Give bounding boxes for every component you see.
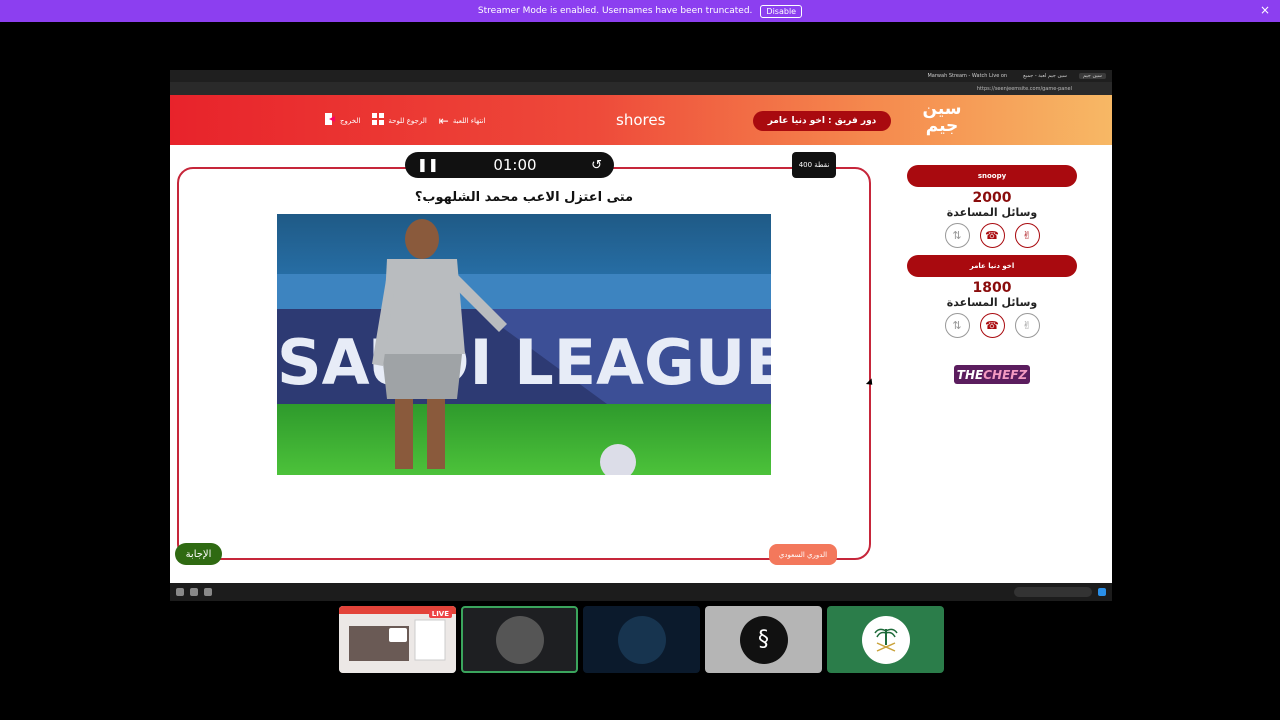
end-game-link[interactable]: انتهاء اللعبة ⇤ (439, 114, 486, 128)
tray-icon[interactable] (190, 588, 198, 596)
team-name: snoopy (907, 165, 1077, 187)
timer-bar: ❚❚ 01:00 ↺ (405, 152, 614, 178)
timer-value: 01:00 (493, 156, 537, 174)
live-badge: LIVE (428, 610, 452, 618)
sponsor-text-2: CHEFZ (983, 367, 1028, 382)
team-panel: اخو دنيا عامر 1800 وسائل المساعدة ⇅ ☎ ✌ (907, 255, 1077, 338)
avatar (617, 615, 666, 664)
avatar (861, 615, 910, 664)
address-url: https://seenjeemsite.com/game-panel (976, 85, 1072, 92)
streamer-mode-message: Streamer Mode is enabled. Usernames have… (477, 6, 753, 16)
avatar: § (739, 615, 788, 664)
header-nav: انتهاء اللعبة ⇤ الرجوع للوحة الخروج (325, 113, 485, 128)
swap-question-icon[interactable]: ⇅ (944, 223, 970, 248)
tray-icon[interactable] (176, 588, 184, 596)
phone-call-icon[interactable]: ☎ (979, 313, 1005, 338)
team-panel: snoopy 2000 وسائل المساعدة ⇅ ☎ ✌ (907, 165, 1077, 248)
disable-streamer-mode-button[interactable]: Disable (760, 4, 803, 18)
close-icon[interactable]: × (1260, 3, 1270, 17)
grid-icon (372, 113, 385, 128)
lifelines: ⇅ ☎ ✌ (907, 223, 1077, 248)
sponsor-logo: THE CHEFZ (954, 365, 1030, 384)
browser-tab[interactable]: سين جيم لعبة - جميع (1019, 73, 1071, 79)
participant-tile[interactable]: § (705, 606, 822, 673)
tray-icon[interactable] (204, 588, 212, 596)
lifelines-label: وسائل المساعدة (946, 206, 1038, 219)
swap-question-icon[interactable]: ⇅ (944, 313, 970, 338)
reset-icon[interactable]: ↺ (591, 158, 602, 173)
team-name: اخو دنيا عامر (907, 255, 1077, 277)
points-badge: 400 نقطة (792, 152, 836, 178)
question-image: SAUDI LEAGUE (277, 214, 771, 475)
team-score: 2000 (972, 190, 1012, 206)
end-game-label: انتهاء اللعبة (452, 116, 486, 125)
taskbar-search[interactable] (1014, 587, 1092, 597)
sponsor-text-1: THE (956, 367, 984, 382)
lifelines: ⇅ ☎ ✌ (907, 313, 1077, 338)
two-answers-icon[interactable]: ✌ (1014, 313, 1040, 338)
question-text: متى اعتزل الاعب محمد الشلهوب؟ (414, 190, 634, 205)
start-icon[interactable] (1098, 588, 1106, 596)
logo: سين جيم (922, 99, 962, 136)
exit-label: الخروج (340, 116, 361, 125)
browser-tab[interactable]: Marwah Stream - Watch Live on (923, 73, 1011, 79)
browser-tab[interactable]: سين جيم (1078, 73, 1106, 79)
address-bar[interactable]: https://seenjeemsite.com/game-panel (170, 82, 1112, 95)
category-tag: الدوري السعودي (769, 544, 837, 565)
phone-call-icon[interactable]: ☎ (979, 223, 1005, 248)
app-header: سين جيم دور فريق : اخو دنيا عامر shores … (170, 95, 1112, 145)
participant-tile[interactable] (827, 606, 944, 673)
answer-button[interactable]: الإجابة (175, 543, 222, 565)
lifelines-label: وسائل المساعدة (946, 296, 1038, 309)
participant-tile[interactable] (583, 606, 700, 673)
exit-icon (325, 113, 336, 128)
stream-frame: Marwah Stream - Watch Live on سين جيم لع… (170, 70, 1112, 601)
participant-tile-stream[interactable]: LIVE (339, 606, 456, 673)
game-name: shores (616, 111, 666, 129)
two-answers-icon[interactable]: ✌ (1014, 223, 1040, 248)
avatar (495, 615, 544, 664)
pause-icon[interactable]: ❚❚ (417, 158, 439, 173)
taskbar (170, 583, 1112, 601)
browser-tab-strip: Marwah Stream - Watch Live on سين جيم لع… (170, 70, 1112, 82)
participant-tile-active[interactable] (461, 606, 578, 673)
back-to-board-link[interactable]: الرجوع للوحة (372, 113, 427, 128)
palm-emblem-icon (873, 628, 898, 652)
team-score: 1800 (972, 280, 1012, 296)
back-to-board-label: الرجوع للوحة (388, 116, 427, 125)
exit-link[interactable]: الخروج (325, 113, 360, 128)
banner-text: SAUDI LEAGUE (277, 326, 771, 399)
arrow-left-icon: ⇤ (438, 113, 449, 128)
streamer-mode-banner: Streamer Mode is enabled. Usernames have… (0, 0, 1280, 22)
turn-indicator: دور فريق : اخو دنيا عامر (753, 111, 891, 131)
participants-strip: LIVE § (339, 606, 944, 673)
